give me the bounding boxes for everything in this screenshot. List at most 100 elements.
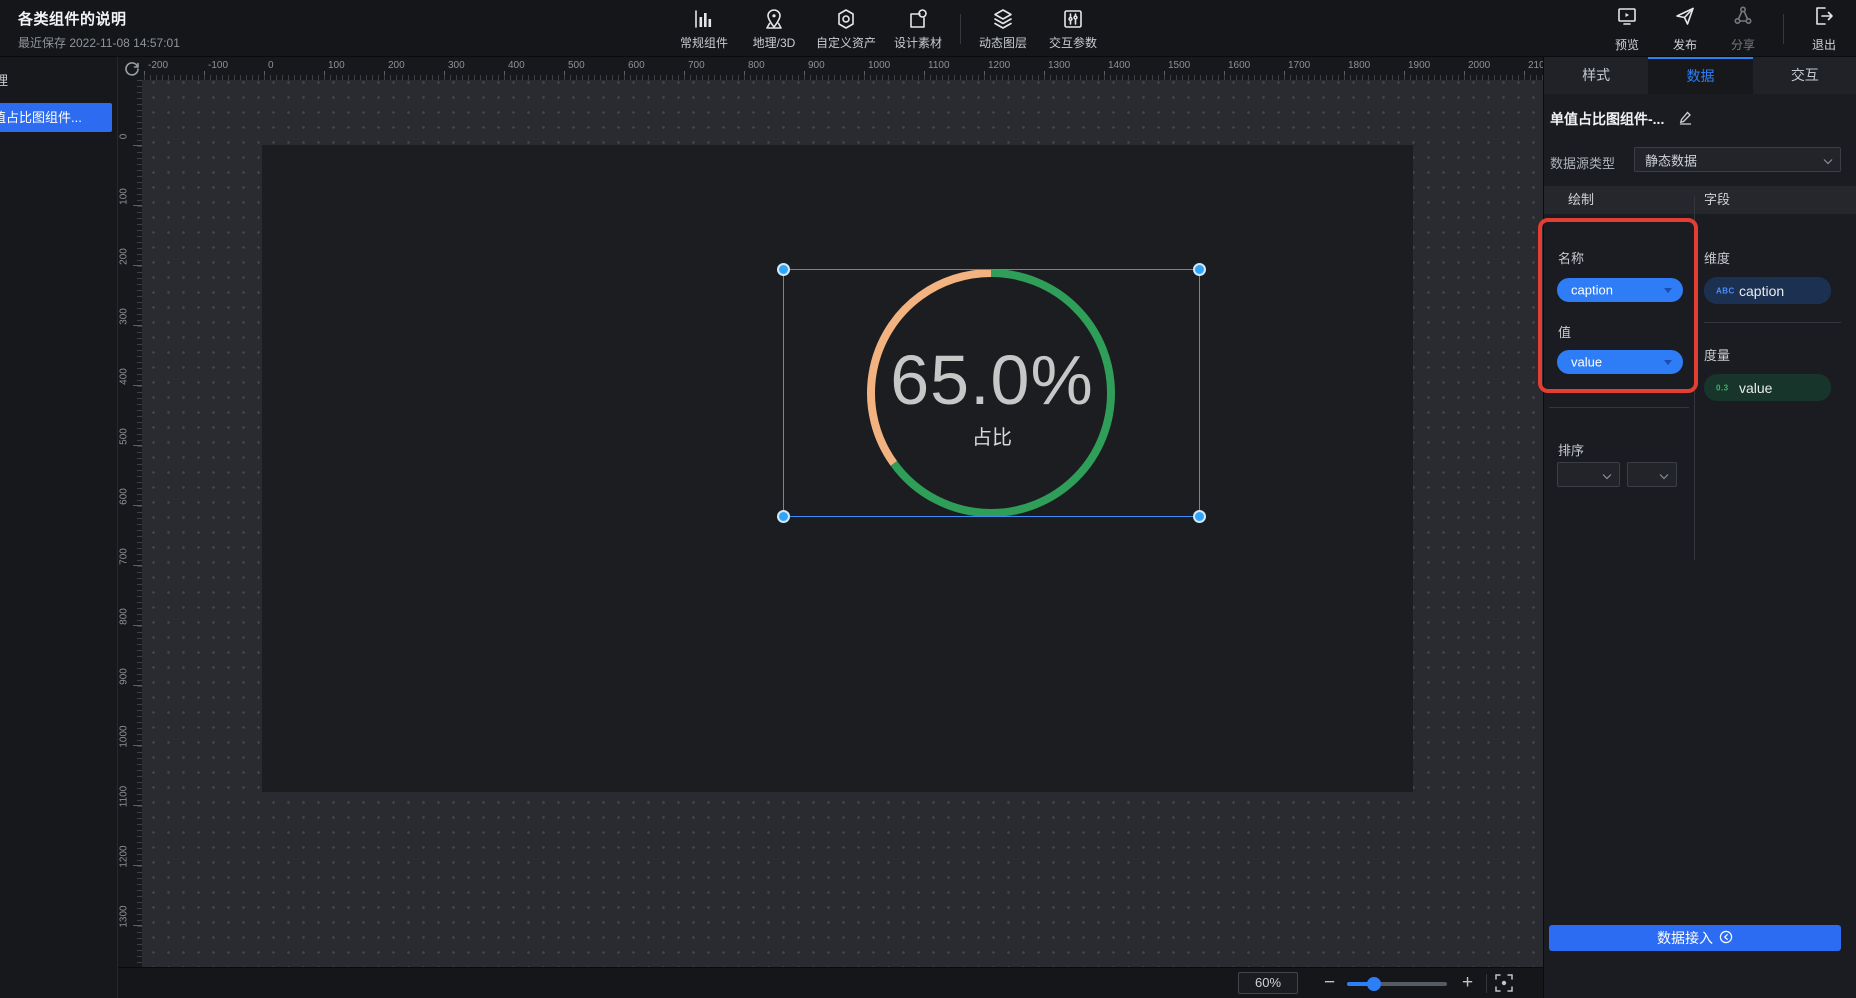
tab-style[interactable]: 样式 xyxy=(1544,57,1648,94)
sort-field-select[interactable] xyxy=(1557,462,1620,487)
hexagon-asset-icon xyxy=(834,7,858,31)
ruler-tick xyxy=(133,625,142,626)
ruler-label: 600 xyxy=(628,60,645,71)
value-label: 值 xyxy=(1558,322,1571,341)
tool-label: 常规组件 xyxy=(680,34,728,51)
paper-plane-icon xyxy=(1673,4,1697,33)
ruler-tick xyxy=(1344,71,1345,80)
settings-panel: 样式 数据 交互 单值占比图组件-... 数据源类型 静态数据 绘制 字段 名称… xyxy=(1543,57,1856,998)
sort-order-select[interactable] xyxy=(1627,462,1677,487)
ruler-tick xyxy=(1404,71,1405,80)
selection-box[interactable] xyxy=(783,269,1200,517)
ruler-label: 300 xyxy=(448,60,465,71)
column-divider xyxy=(1694,196,1695,560)
ruler-label: 400 xyxy=(119,353,130,401)
zoom-percent-box[interactable]: 60% xyxy=(1238,972,1298,994)
ruler-label: 500 xyxy=(568,60,585,71)
zoom-in-button[interactable]: + xyxy=(1462,968,1473,998)
subtab-fields[interactable]: 字段 xyxy=(1704,186,1730,214)
selection-handle-top-right[interactable] xyxy=(1193,263,1206,276)
publish-button[interactable]: 发布 xyxy=(1667,4,1703,53)
edit-pencil-icon[interactable] xyxy=(1678,110,1693,130)
ruler-tick xyxy=(444,71,445,80)
tab-data[interactable]: 数据 xyxy=(1648,57,1752,94)
ruler-tick xyxy=(133,385,142,386)
tool-label: 设计素材 xyxy=(894,34,942,51)
caret-down-icon xyxy=(1664,360,1672,365)
panel-tabs: 样式 数据 交互 xyxy=(1544,57,1856,94)
ruler-label: 400 xyxy=(508,60,525,71)
selection-handle-top-left[interactable] xyxy=(777,263,790,276)
ruler-tick xyxy=(864,71,865,80)
name-label: 名称 xyxy=(1558,248,1584,267)
tool-label: 动态图层 xyxy=(979,34,1027,51)
tab-interaction[interactable]: 交互 xyxy=(1753,57,1856,94)
ruler-label: 200 xyxy=(119,233,130,281)
map-pin-icon xyxy=(762,7,786,31)
ruler-tick xyxy=(133,865,142,866)
datasource-select[interactable]: 静态数据 xyxy=(1634,147,1841,172)
sidebar-item-selected[interactable]: 值占比图组件... xyxy=(0,103,112,132)
ruler-label: 1400 xyxy=(1108,60,1130,71)
tool-design-materials[interactable]: 设计素材 xyxy=(890,7,946,51)
exit-button[interactable]: 退出 xyxy=(1806,4,1842,53)
toolbar-center: 常规组件 地理/3D 自定义资产 设计素材 xyxy=(676,0,1101,57)
ruler-tick xyxy=(744,71,745,80)
ruler-tick xyxy=(133,685,142,686)
refresh-icon[interactable] xyxy=(122,59,142,79)
data-access-button[interactable]: 数据接入 xyxy=(1549,925,1841,951)
zoom-out-button[interactable]: − xyxy=(1324,968,1335,998)
ruler-tick xyxy=(133,505,142,506)
number-type-icon: 0.3 xyxy=(1716,383,1729,392)
ruler-label: 200 xyxy=(388,60,405,71)
ruler-tick xyxy=(624,71,625,80)
app-window: 各类组件的说明 最近保存 2022-11-08 14:57:01 常规组件 地理… xyxy=(0,0,1856,998)
name-field-select[interactable]: caption xyxy=(1557,278,1683,302)
exit-icon xyxy=(1812,4,1836,33)
measure-chip[interactable]: 0.3 value xyxy=(1704,374,1831,401)
tool-label: 自定义资产 xyxy=(816,34,876,51)
ruler-label: 100 xyxy=(119,173,130,221)
title-block: 各类组件的说明 最近保存 2022-11-08 14:57:01 xyxy=(18,8,180,51)
ruler-tick xyxy=(133,745,142,746)
ruler-tick xyxy=(1224,71,1225,80)
shapes-icon xyxy=(906,7,930,31)
ruler-tick xyxy=(133,205,142,206)
tool-geo-3d[interactable]: 地理/3D xyxy=(746,7,802,51)
ruler-label: 1200 xyxy=(119,833,130,881)
selection-handle-bottom-right[interactable] xyxy=(1193,510,1206,523)
ruler-label: 1100 xyxy=(119,773,130,821)
ruler-tick xyxy=(504,71,505,80)
dimension-chip[interactable]: ABC caption xyxy=(1704,277,1831,304)
ruler-label: 1200 xyxy=(988,60,1010,71)
ruler-tick xyxy=(133,565,142,566)
subtab-draw[interactable]: 绘制 xyxy=(1568,186,1594,214)
value-field-select[interactable]: value xyxy=(1557,350,1683,374)
ruler-tick xyxy=(1464,71,1465,80)
zoom-slider[interactable] xyxy=(1347,982,1447,986)
ruler-tick xyxy=(1044,71,1045,80)
ruler-tick xyxy=(1524,71,1525,80)
tool-custom-assets[interactable]: 自定义资产 xyxy=(816,7,876,51)
ruler-tick xyxy=(384,71,385,80)
ruler-tick xyxy=(133,325,142,326)
bottom-bar: 60% − + xyxy=(118,967,1543,998)
ruler-label: 900 xyxy=(119,653,130,701)
datasource-label: 数据源类型 xyxy=(1550,153,1615,172)
preview-button[interactable]: 预览 xyxy=(1609,4,1645,53)
share-button[interactable]: 分享 xyxy=(1725,4,1761,53)
ruler-label: 600 xyxy=(119,473,130,521)
ruler-tick xyxy=(684,71,685,80)
project-title: 各类组件的说明 xyxy=(18,8,180,29)
monitor-play-icon xyxy=(1615,4,1639,33)
zoom-slider-knob[interactable] xyxy=(1367,977,1381,991)
ruler-tick xyxy=(1104,71,1105,80)
ruler-label: 1600 xyxy=(1228,60,1250,71)
tool-dynamic-layers[interactable]: 动态图层 xyxy=(975,7,1031,51)
tool-interaction-params[interactable]: 交互参数 xyxy=(1045,7,1101,51)
ruler-tick xyxy=(1284,71,1285,80)
ruler-label: 1500 xyxy=(1168,60,1190,71)
fit-to-screen-icon[interactable] xyxy=(1493,972,1515,994)
selection-handle-bottom-left[interactable] xyxy=(777,510,790,523)
tool-regular-components[interactable]: 常规组件 xyxy=(676,7,732,51)
